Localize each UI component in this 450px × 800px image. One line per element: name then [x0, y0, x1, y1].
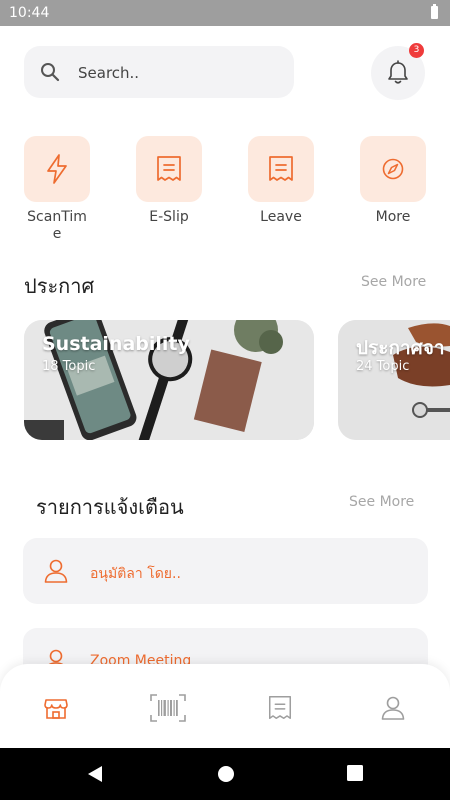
nav-profile[interactable]	[373, 688, 413, 728]
status-bar: 10:44	[0, 0, 450, 26]
store-icon	[44, 699, 68, 719]
notification-badge: 3	[409, 43, 424, 58]
menu-label: Leave	[260, 209, 302, 225]
nav-home[interactable]	[36, 688, 76, 728]
android-nav-bar	[0, 748, 450, 800]
menu-tile	[136, 136, 202, 202]
receipt-icon	[269, 156, 293, 181]
receipt-icon	[157, 156, 181, 181]
bottom-nav	[0, 664, 450, 748]
card-subtitle: 18 Topic	[42, 359, 96, 374]
announcements-title: ประกาศ	[24, 274, 95, 298]
notification-item[interactable]: อนุมัติลา โดย..	[23, 538, 428, 604]
menu-leave[interactable]: Leave	[241, 136, 321, 226]
menu-scantime[interactable]: ScanTime	[17, 136, 97, 243]
menu-eslip[interactable]: E-Slip	[129, 136, 209, 226]
announcements-see-more[interactable]: See More	[361, 274, 426, 290]
user-icon	[381, 696, 405, 720]
status-time: 10:44	[9, 5, 50, 21]
menu-tile	[248, 136, 314, 202]
card-subtitle: 24 Topic	[356, 359, 410, 374]
notification-text: อนุมัติลา โดย..	[90, 566, 181, 582]
menu-tile	[24, 136, 90, 202]
nav-barcode[interactable]	[148, 688, 188, 728]
user-icon	[44, 559, 68, 583]
announcement-card[interactable]: ประกาศจา 24 Topic	[338, 320, 450, 440]
recents-icon[interactable]	[346, 764, 364, 782]
battery-icon	[431, 4, 438, 19]
compass-icon	[382, 158, 404, 180]
bell-icon	[388, 60, 408, 84]
search-icon	[41, 63, 60, 82]
card-title: Sustainability	[42, 333, 190, 355]
menu-tile	[360, 136, 426, 202]
menu-more[interactable]: More	[353, 136, 433, 226]
search-bar[interactable]	[24, 46, 294, 98]
announcement-card[interactable]: Sustainability 18 Topic	[24, 320, 314, 440]
alerts-see-more[interactable]: See More	[349, 494, 414, 510]
back-icon[interactable]	[86, 764, 104, 784]
alerts-title: รายการแจ้งเตือน	[36, 495, 184, 519]
lightning-icon	[47, 154, 67, 184]
receipt-icon	[268, 696, 292, 720]
barcode-icon	[150, 694, 186, 722]
menu-label: More	[375, 209, 411, 225]
search-input[interactable]	[76, 56, 280, 90]
menu-label: E-Slip	[149, 209, 189, 225]
home-icon[interactable]	[216, 764, 236, 784]
nav-documents[interactable]	[260, 688, 300, 728]
menu-label: ScanTime	[27, 209, 87, 242]
